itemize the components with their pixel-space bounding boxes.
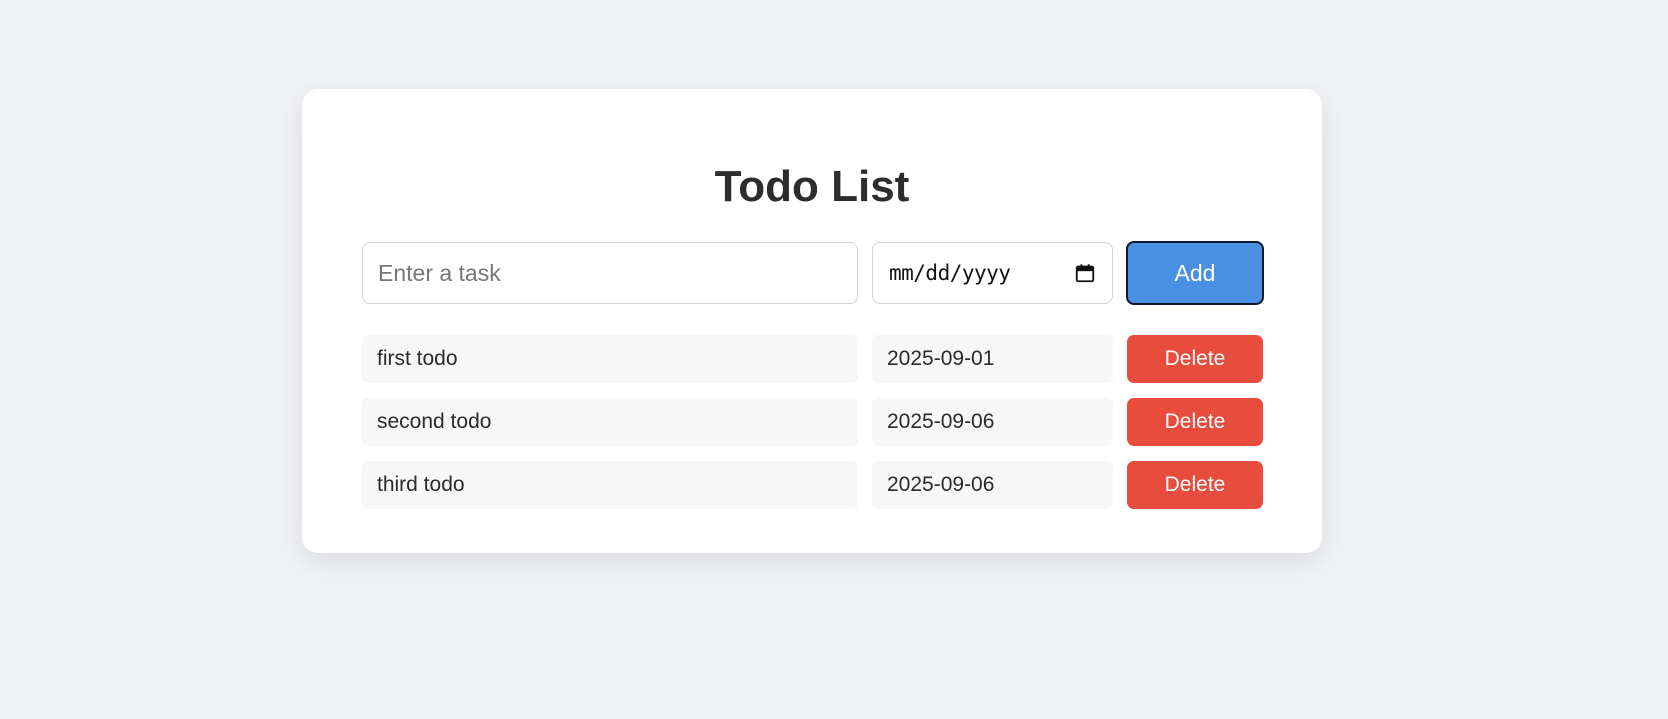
add-button[interactable]: Add [1126,241,1264,305]
delete-button[interactable]: Delete [1127,398,1263,446]
todo-text: first todo [362,335,858,383]
todo-date: 2025-09-06 [872,398,1113,446]
todo-row: third todo 2025-09-06 Delete [302,461,1322,509]
delete-button[interactable]: Delete [1127,461,1263,509]
date-input-placeholder: mm/dd/yyyy [889,261,1011,285]
page-title: Todo List [714,162,910,211]
todo-card: Todo List Enter a task mm/dd/yyyy Add fi… [302,89,1322,553]
todo-row: second todo 2025-09-06 Delete [302,398,1322,446]
date-input[interactable]: mm/dd/yyyy [872,242,1113,304]
task-input-placeholder: Enter a task [378,259,501,286]
todo-date: 2025-09-01 [872,335,1113,383]
delete-button[interactable]: Delete [1127,335,1263,383]
todo-text: third todo [362,461,858,509]
todo-date: 2025-09-06 [872,461,1113,509]
task-input[interactable]: Enter a task [362,242,858,304]
calendar-icon[interactable] [1074,262,1096,284]
todo-row: first todo 2025-09-01 Delete [302,335,1322,383]
todo-text: second todo [362,398,858,446]
